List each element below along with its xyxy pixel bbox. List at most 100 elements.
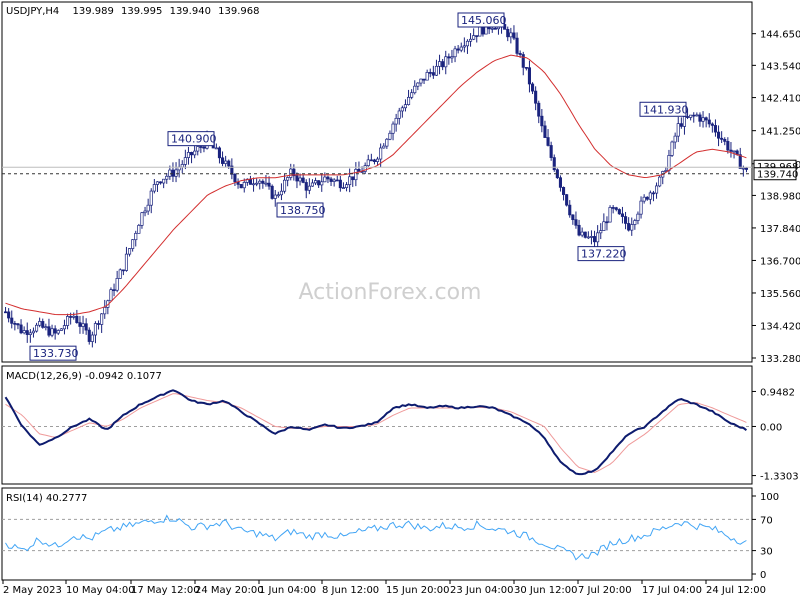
candle-body <box>56 330 60 334</box>
price-annotation-label: 137.220 <box>581 248 627 261</box>
rsi-y-tick-label: 100 <box>760 492 779 503</box>
candle-body <box>577 224 581 236</box>
candle-body <box>416 82 420 87</box>
candle-body <box>10 317 14 324</box>
candle-body <box>112 289 116 292</box>
candle-body <box>453 48 457 58</box>
candle-body <box>540 115 544 127</box>
candle-body <box>583 231 587 238</box>
price-annotation-label: 138.750 <box>280 204 326 217</box>
candle-body <box>65 316 70 326</box>
price-y-tick-label: 141.250 <box>760 127 800 138</box>
candle-body <box>214 147 218 150</box>
candle-body <box>202 146 206 149</box>
high-value: 139.995 <box>121 6 162 17</box>
candle-body <box>620 213 625 217</box>
candle-body <box>242 182 246 189</box>
candle-body <box>53 328 57 334</box>
candle-body <box>685 116 690 118</box>
candle-body <box>264 182 268 185</box>
candle-body <box>44 326 48 329</box>
candle-body <box>90 334 94 342</box>
x-tick-label: 7 Jul 20:00 <box>578 585 632 596</box>
candle-body <box>509 32 513 38</box>
chart-canvas: ActionForex.com USDJPY,H4 139.989 139.99… <box>1 1 800 596</box>
candle-body <box>304 182 308 191</box>
candle-body <box>217 147 222 159</box>
candle-body <box>589 236 594 238</box>
candle-body <box>407 96 411 105</box>
candle-body <box>233 173 237 183</box>
candle-body <box>630 224 634 231</box>
candle-body <box>642 196 646 202</box>
candle-body <box>84 323 88 331</box>
candle-body <box>695 114 699 117</box>
candle-body <box>19 324 23 334</box>
rsi-y-tick-label: 0 <box>760 570 766 581</box>
candle-body <box>586 236 590 239</box>
candle-body <box>28 332 32 335</box>
candle-body <box>608 207 612 223</box>
price-y-tick-label: 135.560 <box>760 289 800 300</box>
candle-body <box>450 56 454 59</box>
candle-body <box>196 146 200 152</box>
candle-body <box>558 177 563 188</box>
macd-y-tick-label: 0.9482 <box>760 387 795 398</box>
x-tick-label: 24 Jul 12:00 <box>706 585 766 596</box>
candle-body <box>146 204 150 212</box>
candle-body <box>168 169 172 177</box>
candle-body <box>372 159 377 162</box>
price-panel <box>1 1 753 363</box>
candle-body <box>357 168 361 172</box>
candle-body <box>47 326 51 336</box>
candle-body <box>270 185 274 199</box>
price-y-tick-label: 142.410 <box>760 94 800 105</box>
price-panel-title: USDJPY,H4 139.989 139.995 139.940 139.96… <box>6 6 259 17</box>
candle-body <box>193 150 197 156</box>
candle-body <box>710 123 714 126</box>
candle-body <box>345 184 349 188</box>
candle-body <box>614 207 618 210</box>
candle-body <box>515 37 519 54</box>
candle-body <box>698 114 702 122</box>
candle-body <box>354 168 358 181</box>
candle-body <box>676 123 680 137</box>
candle-body <box>298 177 302 182</box>
candle-body <box>667 155 671 171</box>
candle-body <box>521 54 525 68</box>
x-tick-label: 15 Jun 20:00 <box>386 585 450 596</box>
candle-body <box>121 269 125 272</box>
rsi-panel-title: RSI(14) 40.2777 <box>6 493 87 504</box>
price-annotation-label: 133.730 <box>33 347 79 360</box>
candle-body <box>369 159 373 162</box>
candle-body <box>602 221 606 231</box>
candle-body <box>707 119 711 125</box>
candle-body <box>658 176 662 187</box>
candle-body <box>713 125 718 133</box>
candle-body <box>434 65 439 76</box>
x-tick-label: 30 Jun 12:00 <box>514 585 578 596</box>
candle-body <box>248 178 253 185</box>
candle-body <box>180 164 184 168</box>
candle-body <box>341 187 346 189</box>
rsi-panel <box>1 487 753 581</box>
symbol-label: USDJPY,H4 <box>6 6 59 17</box>
candle-body <box>732 150 736 153</box>
candle-body <box>623 216 628 224</box>
macd-panel <box>1 365 753 485</box>
x-tick-label: 17 May 12:00 <box>131 585 200 596</box>
candle-body <box>447 56 451 59</box>
candle-body <box>481 26 485 35</box>
candle-body <box>512 32 516 39</box>
candle-body <box>59 328 63 331</box>
candle-body <box>627 223 631 231</box>
candle-body <box>397 110 401 119</box>
candle-body <box>276 194 280 197</box>
x-tick-label: 2 May 2023 <box>3 585 62 596</box>
candle-body <box>38 321 42 326</box>
candle-body <box>679 123 683 127</box>
rsi-y-tick-label: 70 <box>760 515 773 526</box>
candle-body <box>174 169 178 177</box>
candle-body <box>546 137 550 146</box>
candle-body <box>574 219 578 226</box>
